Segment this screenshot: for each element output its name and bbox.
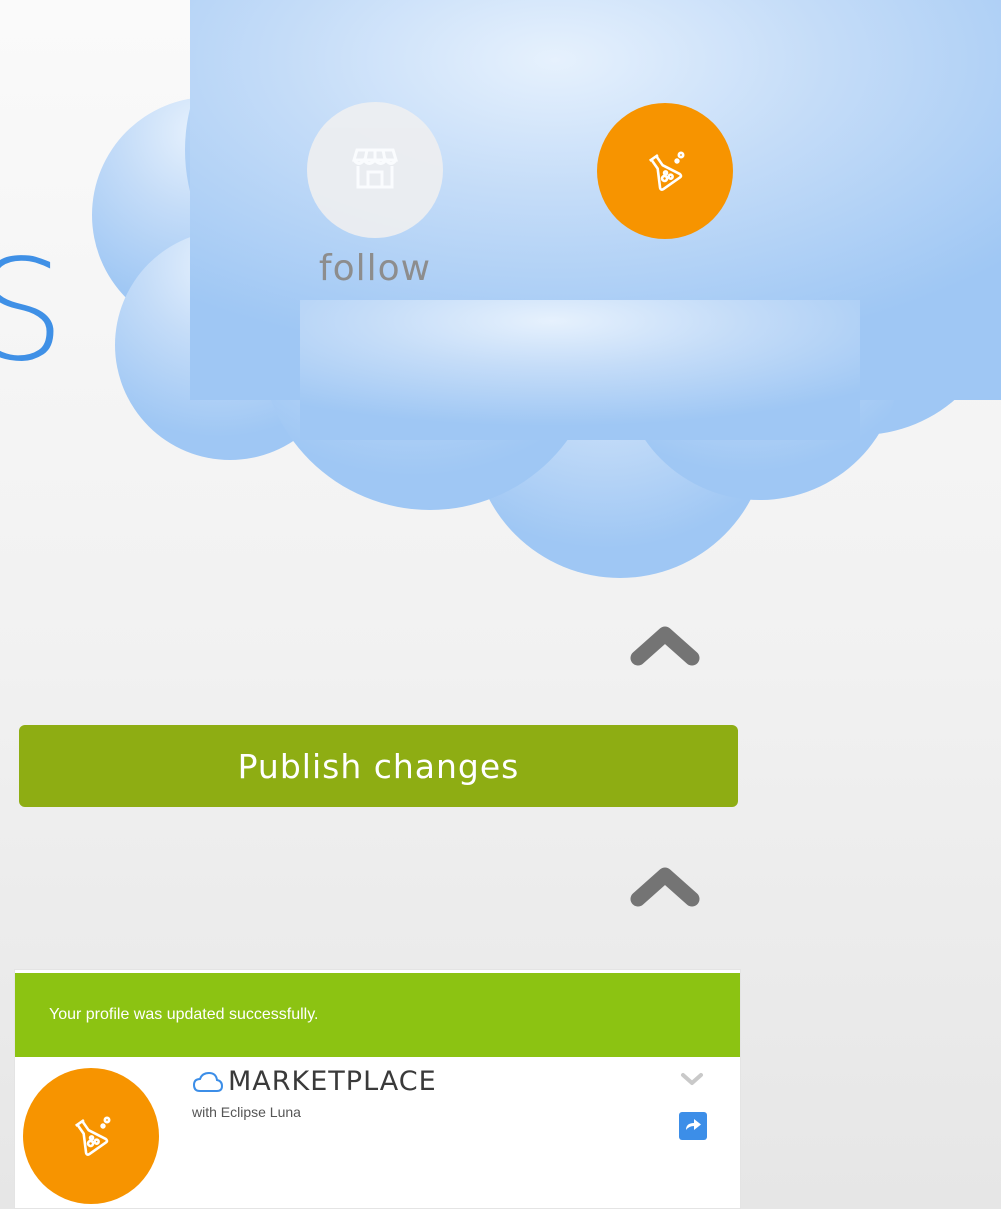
- partial-heading-text: S: [0, 230, 65, 393]
- flask-icon: [643, 147, 687, 195]
- follow-button[interactable]: [307, 102, 443, 238]
- publish-changes-button[interactable]: Publish changes: [19, 725, 738, 807]
- cloud-banner: [92, 0, 1001, 578]
- cloud-icon: [193, 1071, 223, 1092]
- share-button[interactable]: [679, 1112, 707, 1140]
- flask-icon: [69, 1112, 113, 1160]
- profile-avatar[interactable]: [597, 103, 733, 239]
- success-message: Your profile was updated successfully.: [49, 1006, 319, 1023]
- collapse-up-icon[interactable]: [630, 626, 700, 666]
- card-avatar[interactable]: [23, 1068, 159, 1204]
- success-notification: Your profile was updated successfully.: [15, 973, 740, 1057]
- card-title: MARKETPLACE: [228, 1066, 437, 1097]
- collapse-up-icon[interactable]: [630, 867, 700, 907]
- profile-card-panel: Your profile was updated successfully. M…: [14, 969, 741, 1209]
- card-subtitle: with Eclipse Luna: [192, 1104, 301, 1120]
- share-icon: [684, 1116, 702, 1136]
- chevron-down-icon[interactable]: [679, 1070, 705, 1088]
- follow-label[interactable]: follow: [312, 248, 438, 289]
- store-icon: [351, 146, 399, 194]
